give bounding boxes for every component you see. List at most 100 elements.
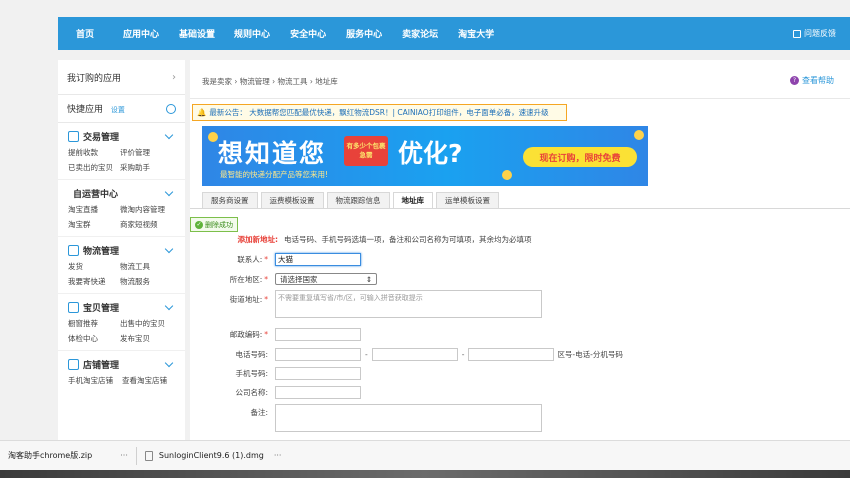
sidebar-link[interactable]: 采购助手 — [120, 162, 176, 173]
document-icon — [68, 131, 79, 142]
quick-apps-row: 快捷应用 设置 — [58, 95, 185, 123]
sidebar-link[interactable]: 体检中心 — [68, 333, 120, 344]
tab-tracking-info[interactable]: 物流跟踪信息 — [326, 192, 390, 209]
help-label: 查看帮助 — [802, 76, 834, 85]
street-textarea[interactable]: 不需要重复填写省/市/区，可输入拼音获取提示 — [275, 290, 542, 318]
sidebar-section-logistics: 物流管理 发货 物流工具 我要寄快递 物流服务 — [58, 237, 185, 294]
street-label: 街道地址: * — [229, 295, 268, 304]
sidebar-section-title[interactable]: 自运营中心 — [68, 186, 176, 201]
coin-icon — [208, 132, 218, 142]
promo-banner[interactable]: 想知道您 有多少个包裹急需 优化? 最智能的快递分配产品等您来用! 现在订购，限… — [202, 126, 648, 186]
mobile-input[interactable] — [275, 367, 361, 380]
sidebar-link[interactable]: 商家短视频 — [120, 219, 176, 230]
contact-input[interactable]: 大猫 — [275, 253, 361, 266]
sidebar-link[interactable]: 物流工具 — [120, 261, 176, 272]
dash: - — [461, 350, 465, 359]
my-apps-row[interactable]: 我订购的应用 › — [58, 60, 185, 95]
phone-extension-input[interactable] — [468, 348, 555, 361]
nav-service-center[interactable]: 服务中心 — [346, 27, 382, 40]
sidebar-section-title[interactable]: 物流管理 — [68, 243, 176, 258]
download-item[interactable]: 淘客助手chrome版.zip ··· — [0, 441, 136, 471]
edit-icon — [793, 29, 801, 38]
nav-home[interactable]: 首页 — [76, 27, 94, 40]
sidebar-link[interactable]: 提前收款 — [68, 147, 120, 158]
zip-label: 邮政编码: * — [229, 330, 268, 339]
sidebar-link[interactable]: 发布宝贝 — [120, 333, 176, 344]
download-bar: 淘客助手chrome版.zip ··· SunloginClient9.6 (1… — [0, 440, 850, 470]
feedback-label: 问题反馈 — [804, 29, 836, 38]
sidebar-link[interactable]: 淘宝直播 — [68, 204, 120, 215]
nav-seller-forum[interactable]: 卖家论坛 — [402, 27, 438, 40]
sidebar-link[interactable]: 淘宝群 — [68, 219, 120, 230]
sidebar-link[interactable]: 物流服务 — [120, 276, 176, 287]
sidebar-link[interactable]: 查看淘宝店铺 — [122, 375, 176, 386]
sidebar-link[interactable]: 我要寄快递 — [68, 276, 120, 287]
gear-icon[interactable] — [166, 103, 176, 114]
nav-basic-settings[interactable]: 基础设置 — [179, 27, 215, 40]
question-icon: ? — [790, 76, 799, 85]
sidebar: 我订购的应用 › 快捷应用 设置 交易管理 提前收款 评价管理 已卖出的宝贝 采… — [58, 60, 185, 440]
zip-input[interactable] — [275, 328, 361, 341]
nav-app-center[interactable]: 应用中心 — [123, 27, 159, 40]
contact-row: 联系人: * 大猫 — [180, 253, 361, 266]
check-icon: ✓ — [195, 220, 203, 229]
sidebar-link[interactable]: 发货 — [68, 261, 120, 272]
announcement-bar[interactable]: 🔔 最新公告： 大数据帮您匹配最优快递，飘红物流DSR！| CAINIAO打印组… — [192, 104, 567, 121]
tab-carrier-settings[interactable]: 服务商设置 — [202, 192, 258, 209]
sidebar-section-items: 宝贝管理 橱窗推荐 出售中的宝贝 体检中心 发布宝贝 — [58, 294, 185, 351]
feedback-link[interactable]: 问题反馈 — [793, 28, 836, 39]
announcement-text: 最新公告： 大数据帮您匹配最优快递，飘红物流DSR！| CAINIAO打印组件，… — [209, 108, 549, 117]
download-item[interactable]: SunloginClient9.6 (1).dmg ··· — [137, 441, 290, 471]
tab-waybill-template[interactable]: 运单模板设置 — [436, 192, 499, 209]
sidebar-link[interactable]: 出售中的宝贝 — [120, 318, 176, 329]
chevron-down-icon — [164, 301, 174, 311]
sidebar-section-title[interactable]: 店铺管理 — [68, 357, 176, 372]
coin-icon — [634, 130, 644, 140]
banner-cta-button[interactable]: 现在订购，限时免费 — [523, 147, 637, 167]
chevron-down-icon — [164, 358, 174, 368]
region-row: 所在地区: * 请选择国家 ⇕ — [180, 273, 377, 285]
sidebar-link[interactable]: 橱窗推荐 — [68, 318, 120, 329]
section-title-label: 宝贝管理 — [83, 304, 120, 314]
banner-headline-b: 优化? — [398, 139, 463, 168]
sidebar-link[interactable]: 微淘内容管理 — [120, 204, 176, 215]
banner-headline-a: 想知道您 — [218, 139, 327, 168]
company-input[interactable] — [275, 386, 361, 399]
add-address-row: 添加新地址: 电话号码、手机号码选填一项，备注和公司名称为可填项，其余均为必填项 — [190, 234, 532, 245]
tab-shipping-template[interactable]: 运费模板设置 — [260, 192, 324, 209]
chevron-right-icon: › — [172, 71, 176, 83]
more-options-button[interactable]: ··· — [274, 451, 282, 460]
main-panel: 我是卖家 › 物流管理 › 物流工具 › 地址库 ? 查看帮助 🔔 最新公告： … — [190, 60, 850, 440]
country-select[interactable]: 请选择国家 ⇕ — [275, 273, 377, 285]
truck-icon — [68, 245, 79, 256]
tab-address-book[interactable]: 地址库 — [392, 192, 433, 209]
sidebar-link[interactable]: 评价管理 — [120, 147, 176, 158]
help-link[interactable]: ? 查看帮助 — [790, 75, 834, 86]
quick-apps-settings-link[interactable]: 设置 — [111, 106, 125, 114]
dash: - — [365, 350, 368, 359]
remark-label: 备注: — [250, 408, 268, 417]
breadcrumb[interactable]: 我是卖家 › 物流管理 › 物流工具 › 地址库 — [202, 76, 338, 87]
mobile-label: 手机号码: — [235, 369, 268, 378]
sidebar-section-title[interactable]: 宝贝管理 — [68, 300, 176, 315]
divider — [190, 98, 850, 99]
chevron-down-icon — [164, 130, 174, 140]
nav-security-center[interactable]: 安全中心 — [290, 27, 326, 40]
more-options-button[interactable]: ··· — [120, 451, 128, 460]
tab-bar: 服务商设置 运费模板设置 物流跟踪信息 地址库 运单模板设置 — [202, 192, 499, 209]
sidebar-section-title[interactable]: 交易管理 — [68, 129, 176, 144]
sidebar-link[interactable]: 手机淘宝店铺 — [68, 375, 122, 386]
remark-textarea[interactable] — [275, 404, 542, 432]
bell-icon: 🔔 — [197, 108, 207, 117]
download-filename: 淘客助手chrome版.zip — [8, 451, 93, 460]
nav-taobao-university[interactable]: 淘宝大学 — [458, 27, 494, 40]
my-apps-label: 我订购的应用 — [67, 73, 122, 84]
coin-icon — [502, 170, 512, 180]
chevron-down-icon — [164, 244, 174, 254]
nav-rules-center[interactable]: 规则中心 — [234, 27, 270, 40]
zip-row: 邮政编码: * — [180, 328, 361, 341]
phone-number-input[interactable] — [371, 348, 458, 361]
sidebar-link[interactable]: 已卖出的宝贝 — [68, 162, 120, 173]
phone-area-code-input[interactable] — [275, 348, 361, 361]
shirt-icon — [68, 302, 79, 313]
